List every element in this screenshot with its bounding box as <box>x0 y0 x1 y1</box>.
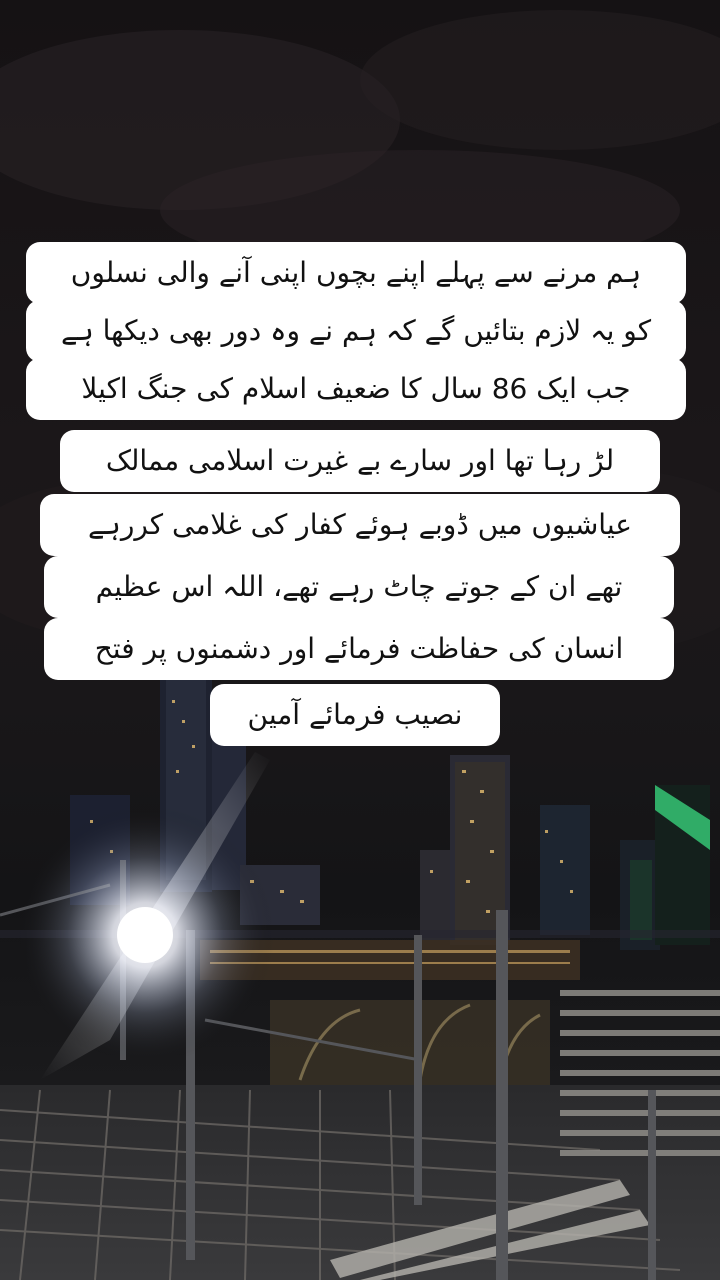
caption-line: انسان کی حفاظت فرمائے اور دشمنوں پر فتح <box>44 618 674 680</box>
caption-line: لڑ رہا تھا اور سارے بے غیرت اسلامی ممالک <box>60 430 660 492</box>
caption-line: جب ایک 86 سال کا ضعیف اسلام کی جنگ اکیلا <box>26 358 686 420</box>
caption-line: عیاشیوں میں ڈوبے ہوئے کفار کی غلامی کررہ… <box>40 494 680 556</box>
caption-line: تھے ان کے جوتے چاٹ رہے تھے، اللہ اس عظیم <box>44 556 674 618</box>
photo-scene: ہم مرنے سے پہلے اپنے بچوں اپنی آنے والی … <box>0 0 720 1280</box>
caption-line: کو یہ لازم بتائیں گے کہ ہم نے وہ دور بھی… <box>26 300 686 362</box>
caption-line: ہم مرنے سے پہلے اپنے بچوں اپنی آنے والی … <box>26 242 686 304</box>
caption-line: نصیب فرمائے آمین <box>210 684 500 746</box>
